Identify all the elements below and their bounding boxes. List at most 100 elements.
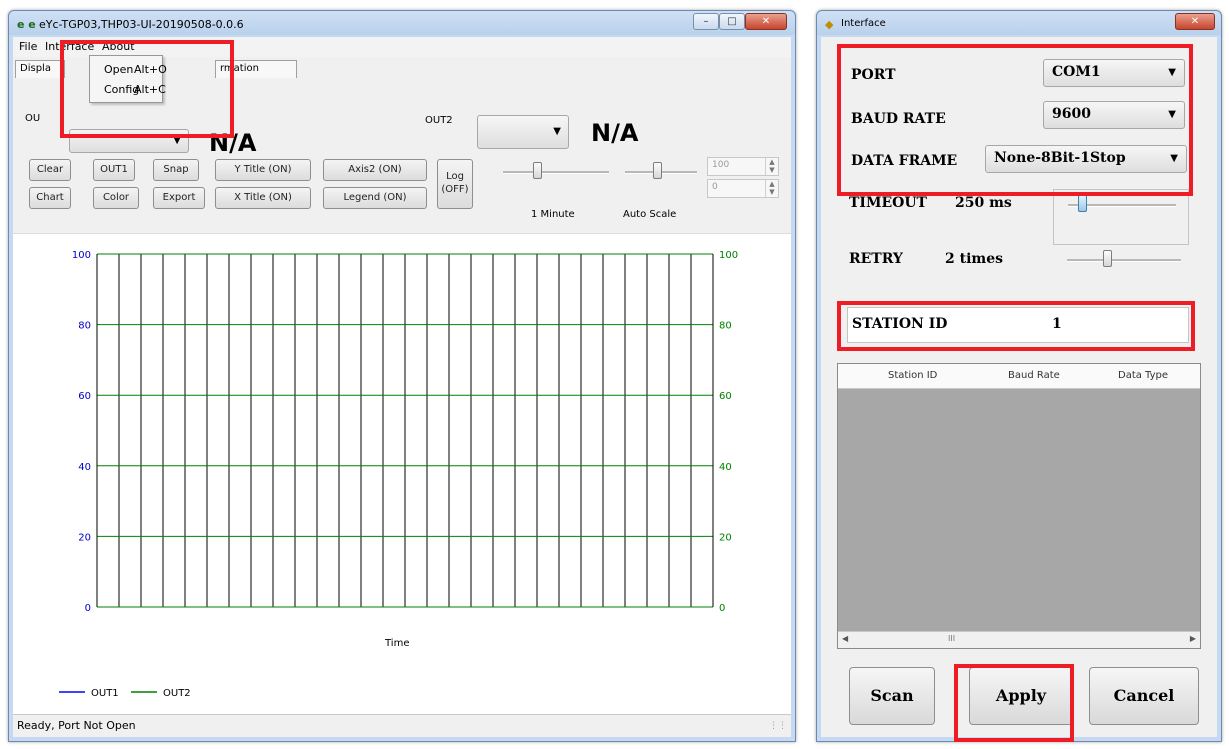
table-header: Station ID Baud Rate Data Type (838, 364, 1200, 389)
out2-label: OUT2 (425, 115, 453, 126)
scroll-thumb-grip[interactable]: III (948, 634, 955, 643)
apply-button[interactable]: Apply (969, 667, 1073, 725)
data-frame-label: DATA FRAME (851, 153, 958, 169)
menu-open-label: Open (104, 63, 134, 76)
scale-min-spin[interactable]: 0 ▲ ▼ (707, 179, 779, 198)
data-frame-combo[interactable]: None-8Bit-1Stop ▼ (985, 145, 1187, 173)
scale-slider-label: Auto Scale (623, 209, 677, 220)
retry-slider-thumb[interactable] (1103, 250, 1112, 267)
station-id-value: 1 (1052, 316, 1062, 332)
scroll-left-icon[interactable]: ◀ (842, 634, 848, 643)
horizontal-scrollbar[interactable]: ◀ III ▶ (838, 631, 1200, 648)
menu-config-shortcut: Alt+C (134, 83, 166, 96)
dialog-icon: ◆ (825, 18, 834, 31)
chevron-down-icon: ▼ (1170, 153, 1178, 164)
timeout-value: 250 ms (955, 195, 1012, 211)
y-tick-label: 20 (78, 532, 91, 543)
scale-min-value: 0 (712, 182, 718, 192)
menu-file[interactable]: File (19, 40, 37, 53)
column-station-id[interactable]: Station ID (888, 370, 937, 381)
window-title: eYc-TGP03,THP03-UI-20190508-0.0.6 (39, 18, 244, 31)
scan-button[interactable]: Scan (849, 667, 935, 725)
time-slider-thumb[interactable] (533, 162, 542, 179)
scroll-right-icon[interactable]: ▶ (1190, 634, 1196, 643)
baud-rate-value: 9600 (1052, 106, 1091, 122)
y2-tick-label: 40 (719, 462, 732, 473)
minimize-button[interactable]: – (693, 13, 719, 30)
timeout-slider-box[interactable] (1053, 189, 1189, 245)
interface-menu-dropdown: Open Alt+O Config Alt+C (89, 55, 167, 103)
snap-button[interactable]: Snap (153, 159, 199, 181)
legend-label-out1: OUT1 (91, 688, 119, 699)
status-text: Ready, Port Not Open (17, 719, 136, 732)
app-icon: e e (17, 18, 36, 31)
close-button[interactable]: ✕ (745, 13, 787, 30)
dialog-titlebar[interactable]: ◆ Interface ✕ (817, 11, 1221, 37)
timeout-slider-thumb[interactable] (1078, 195, 1087, 212)
maximize-button[interactable]: □ (719, 13, 745, 30)
port-combo[interactable]: COM1 ▼ (1043, 59, 1185, 87)
spin-arrows-icon[interactable]: ▲ ▼ (765, 158, 778, 175)
tab-information[interactable]: rmation (215, 60, 297, 78)
y2-tick-label: 20 (719, 532, 732, 543)
axis2-button[interactable]: Axis2 (ON) (323, 159, 427, 181)
y2-tick-labels: 0 20 40 60 80 100 (719, 250, 738, 614)
log-button[interactable]: Log (OFF) (437, 159, 473, 209)
out1-button[interactable]: OUT1 (93, 159, 135, 181)
tab-display[interactable]: Displa (15, 60, 65, 78)
clear-button[interactable]: Clear (29, 159, 71, 181)
station-scan-table[interactable]: Station ID Baud Rate Data Type ◀ III ▶ (837, 363, 1201, 649)
chevron-down-icon: ▼ (1168, 67, 1176, 78)
chevron-down-icon: ▼ (173, 135, 181, 146)
y-tick-label: 60 (78, 391, 91, 402)
scale-slider-thumb[interactable] (653, 162, 662, 179)
log-button-label: Log (446, 171, 464, 182)
y-tick-label: 80 (78, 321, 91, 332)
y2-tick-label: 100 (719, 250, 738, 261)
x-axis-label: Time (384, 638, 409, 649)
y-tick-labels: 0 20 40 60 80 100 (72, 250, 91, 614)
spin-arrows-icon[interactable]: ▲ ▼ (765, 180, 778, 197)
cancel-button[interactable]: Cancel (1089, 667, 1199, 725)
main-window: e e eYc-TGP03,THP03-UI-20190508-0.0.6 – … (8, 10, 796, 742)
column-baud-rate[interactable]: Baud Rate (1008, 370, 1060, 381)
baud-rate-label: BAUD RATE (851, 111, 946, 127)
legend-button[interactable]: Legend (ON) (323, 187, 427, 209)
y-tick-label: 100 (72, 250, 91, 261)
scale-max-value: 100 (712, 160, 730, 170)
export-button[interactable]: Export (153, 187, 205, 209)
out2-combo[interactable]: ▼ (477, 115, 569, 149)
baud-rate-combo[interactable]: 9600 ▼ (1043, 101, 1185, 129)
station-id-field[interactable]: STATION ID 1 (847, 307, 1189, 343)
out1-label: OU (25, 113, 41, 124)
menu-open[interactable]: Open Alt+O (90, 60, 167, 78)
x-title-button[interactable]: X Title (ON) (215, 187, 311, 209)
chevron-down-icon: ▼ (553, 126, 561, 137)
y2-tick-label: 0 (719, 603, 725, 614)
menu-open-shortcut: Alt+O (134, 63, 167, 76)
menu-interface[interactable]: Interface (45, 40, 94, 53)
resize-grip-icon[interactable]: ⋮⋮ (769, 721, 787, 731)
time-slider[interactable] (503, 171, 609, 174)
retry-slider[interactable] (1067, 259, 1181, 262)
out2-value: N/A (591, 119, 639, 147)
menu-config[interactable]: Config Alt+C (90, 80, 166, 98)
y-title-button[interactable]: Y Title (ON) (215, 159, 311, 181)
dialog-close-button[interactable]: ✕ (1175, 13, 1215, 30)
chevron-down-icon: ▼ (1168, 109, 1176, 120)
main-titlebar[interactable]: e e eYc-TGP03,THP03-UI-20190508-0.0.6 – … (9, 11, 795, 37)
menu-about[interactable]: About (102, 40, 135, 53)
y-tick-label: 0 (85, 603, 91, 614)
chart-button[interactable]: Chart (29, 187, 71, 209)
vertical-gridlines (96, 254, 714, 607)
port-label: PORT (851, 67, 896, 83)
log-button-state: (OFF) (441, 184, 469, 195)
dialog-client-area: PORT COM1 ▼ BAUD RATE 9600 ▼ DATA FRAME … (821, 37, 1217, 737)
color-button[interactable]: Color (93, 187, 139, 209)
column-data-type[interactable]: Data Type (1118, 370, 1168, 381)
scale-max-spin[interactable]: 100 ▲ ▼ (707, 157, 779, 176)
status-bar: Ready, Port Not Open ⋮⋮ (13, 714, 791, 737)
out1-value: N/A (209, 129, 257, 157)
out1-combo[interactable]: ▼ (69, 129, 189, 153)
retry-label: RETRY (849, 251, 903, 267)
